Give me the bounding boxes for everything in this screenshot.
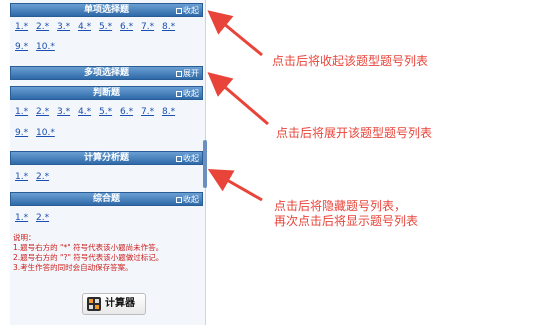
annotation-arrows [207, 10, 269, 202]
arrow-collapse [207, 10, 263, 57]
annotation-toggle-line2: 再次点击后将显示题号列表 [274, 214, 419, 228]
annotation-expand: 点击后将展开该题型题号列表 [276, 126, 433, 140]
arrow-expand [207, 72, 269, 126]
annotation-toggle-line1: 点击后将隐藏题号列表， [274, 199, 407, 213]
arrow-toggle-list [207, 169, 263, 202]
annotation-collapse: 点击后将收起该题型题号列表 [272, 54, 429, 68]
